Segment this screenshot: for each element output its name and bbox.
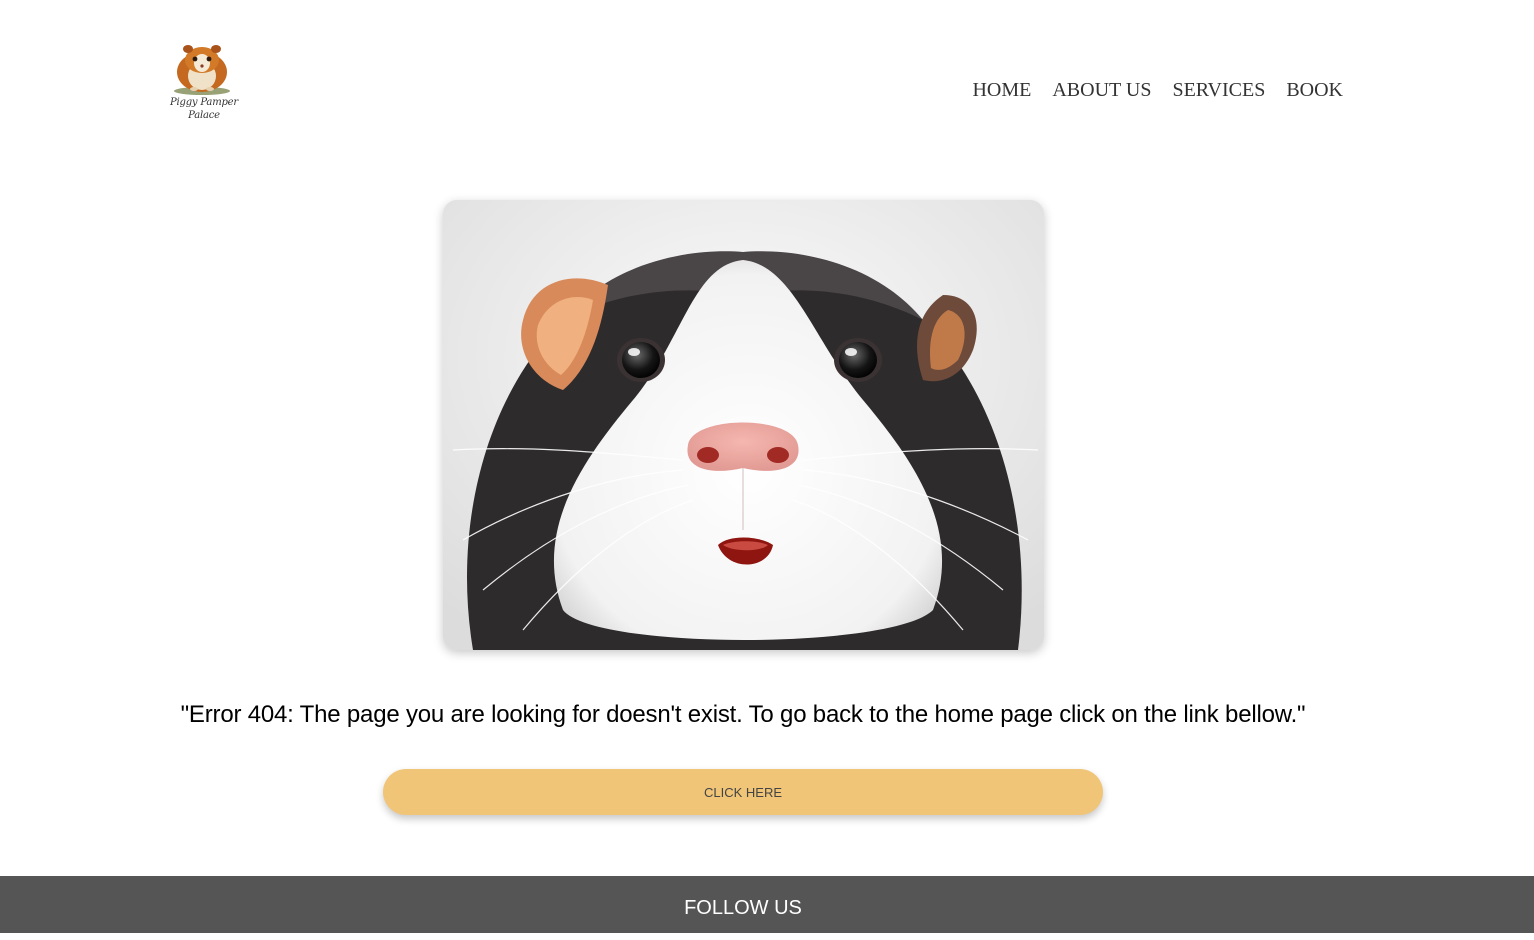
site-header: Piggy Pamper Palace HOME ABOUT US SERVIC…	[0, 0, 1534, 180]
nav-book[interactable]: BOOK	[1286, 78, 1343, 102]
footer-title: FOLLOW US	[684, 897, 802, 919]
site-footer: FOLLOW US	[0, 876, 1534, 933]
nav-home[interactable]: HOME	[972, 78, 1031, 102]
click-here-button[interactable]: CLICK HERE	[383, 769, 1103, 815]
nav-about-us[interactable]: ABOUT US	[1052, 78, 1151, 102]
error-message: "Error 404: The page you are looking for…	[180, 701, 1306, 728]
logo-text: Piggy Pamper Palace	[170, 97, 238, 121]
guinea-pig-image	[443, 200, 1044, 650]
nav-services[interactable]: SERVICES	[1172, 78, 1265, 102]
guinea-pig-logo-icon	[174, 45, 230, 95]
main-nav: HOME ABOUT US SERVICES BOOK	[972, 78, 1343, 102]
hero-image	[443, 200, 1044, 650]
site-logo[interactable]: Piggy Pamper Palace	[166, 38, 242, 130]
